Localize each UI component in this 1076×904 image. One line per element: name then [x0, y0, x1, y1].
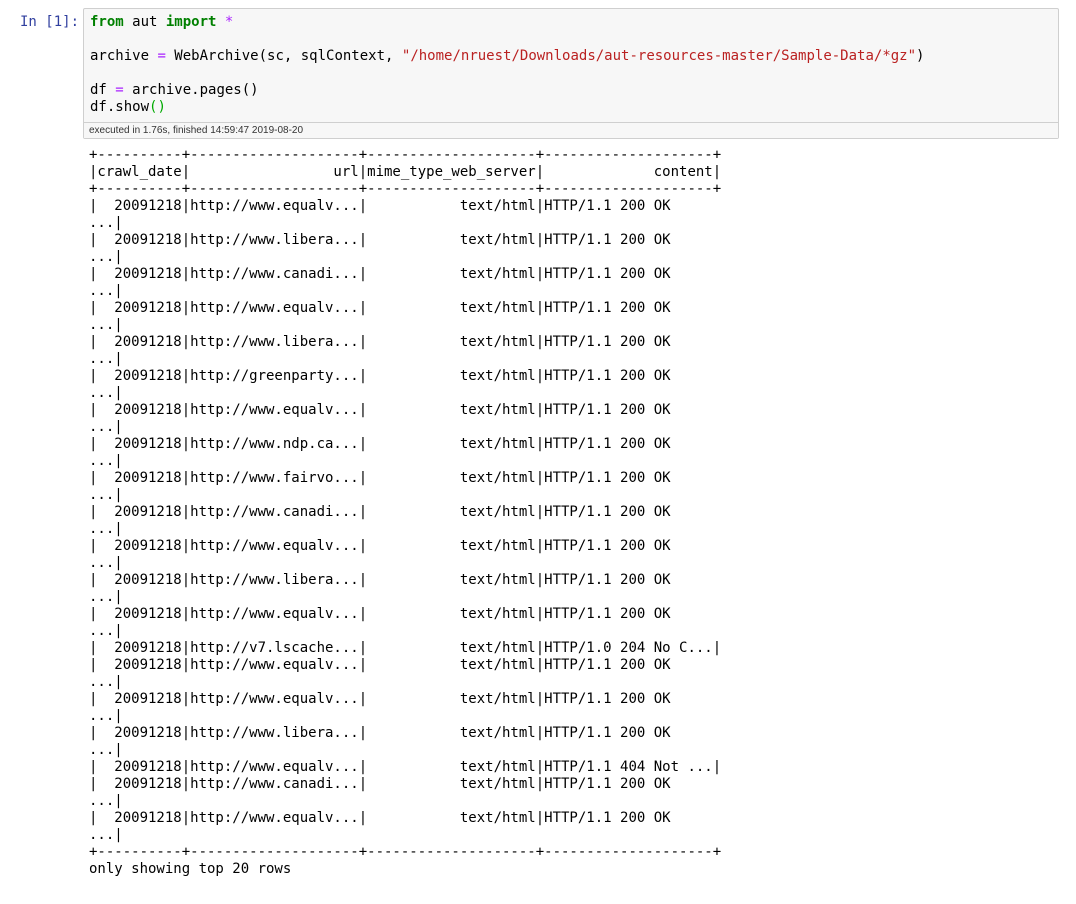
- module-name: aut: [123, 14, 166, 30]
- output-line: ...|: [89, 419, 123, 435]
- output-line: ...|: [89, 215, 123, 231]
- output-line: ...|: [89, 351, 123, 367]
- output-line: ...|: [89, 385, 123, 401]
- output-line: ...|: [89, 708, 123, 724]
- code-editor[interactable]: from aut import * archive = WebArchive(s…: [83, 8, 1059, 139]
- output-line: ...|: [89, 453, 123, 469]
- path-string: "/home/nruest/Downloads/aut-resources-ma…: [401, 48, 917, 64]
- output-line: | 20091218|http://www.equalv...| text/ht…: [89, 198, 671, 214]
- output-line: | 20091218|http://www.equalv...| text/ht…: [89, 402, 671, 418]
- pages-call: archive.pages(): [123, 82, 259, 98]
- output-line: | 20091218|http://greenparty...| text/ht…: [89, 368, 671, 384]
- output-line: | 20091218|http://www.libera...| text/ht…: [89, 334, 671, 350]
- output-line: | 20091218|http://www.equalv...| text/ht…: [89, 810, 671, 826]
- assign-operator: =: [157, 48, 166, 64]
- output-line: ...|: [89, 521, 123, 537]
- output-line: | 20091218|http://www.libera...| text/ht…: [89, 232, 671, 248]
- output-line: | 20091218|http://www.libera...| text/ht…: [89, 725, 671, 741]
- output-line: ...|: [89, 793, 123, 809]
- output-line: | 20091218|http://v7.lscache...| text/ht…: [89, 640, 722, 656]
- output-line: +----------+--------------------+-------…: [89, 147, 722, 163]
- output-line: | 20091218|http://www.canadi...| text/ht…: [89, 776, 671, 792]
- output-line: | 20091218|http://www.equalv...| text/ht…: [89, 538, 671, 554]
- output-line: ...|: [89, 283, 123, 299]
- show-call: df.show: [90, 99, 150, 115]
- output-line: | 20091218|http://www.ndp.ca...| text/ht…: [89, 436, 671, 452]
- archive-var: archive: [90, 48, 158, 64]
- output-line: +----------+--------------------+-------…: [89, 844, 722, 860]
- call-close-paren: ): [916, 48, 925, 64]
- output-line: ...|: [89, 487, 123, 503]
- output-line: | 20091218|http://www.fairvo...| text/ht…: [89, 470, 671, 486]
- output-line: ...|: [89, 317, 123, 333]
- execution-info: executed in 1.76s, finished 14:59:47 201…: [89, 125, 304, 136]
- output-line: | 20091218|http://www.equalv...| text/ht…: [89, 657, 671, 673]
- output-line: | 20091218|http://www.canadi...| text/ht…: [89, 504, 671, 520]
- output-line: only showing top 20 rows: [89, 861, 292, 877]
- output-line: ...|: [89, 555, 123, 571]
- import-star: *: [216, 14, 234, 30]
- output-line: |crawl_date| url|mime_type_web_server| c…: [89, 164, 722, 180]
- output-line: ...|: [89, 674, 123, 690]
- assign-operator-2: =: [115, 82, 124, 98]
- output-line: ...|: [89, 589, 123, 605]
- output-area: +----------+--------------------+-------…: [89, 147, 721, 878]
- execution-info-bar: executed in 1.76s, finished 14:59:47 201…: [84, 122, 1058, 138]
- output-line: ...|: [89, 827, 123, 843]
- code-text[interactable]: from aut import * archive = WebArchive(s…: [90, 14, 924, 116]
- output-line: | 20091218|http://www.equalv...| text/ht…: [89, 300, 671, 316]
- output-line: +----------+--------------------+-------…: [89, 181, 722, 197]
- output-line: | 20091218|http://www.equalv...| text/ht…: [89, 691, 671, 707]
- keyword-from: from: [90, 14, 124, 30]
- output-line: ...|: [89, 249, 123, 265]
- output-line: | 20091218|http://www.libera...| text/ht…: [89, 572, 671, 588]
- input-prompt: In [1]:: [20, 14, 80, 30]
- webarchive-call: WebArchive(sc, sqlContext,: [165, 48, 402, 64]
- df-var: df: [90, 82, 116, 98]
- output-line: | 20091218|http://www.canadi...| text/ht…: [89, 266, 671, 282]
- output-line: ...|: [89, 623, 123, 639]
- show-parens: (): [149, 99, 166, 115]
- notebook-cell: In [1]: from aut import * archive = WebA…: [0, 0, 1076, 904]
- keyword-import: import: [165, 14, 217, 30]
- output-line: | 20091218|http://www.equalv...| text/ht…: [89, 606, 671, 622]
- output-line: ...|: [89, 742, 123, 758]
- output-line: | 20091218|http://www.equalv...| text/ht…: [89, 759, 722, 775]
